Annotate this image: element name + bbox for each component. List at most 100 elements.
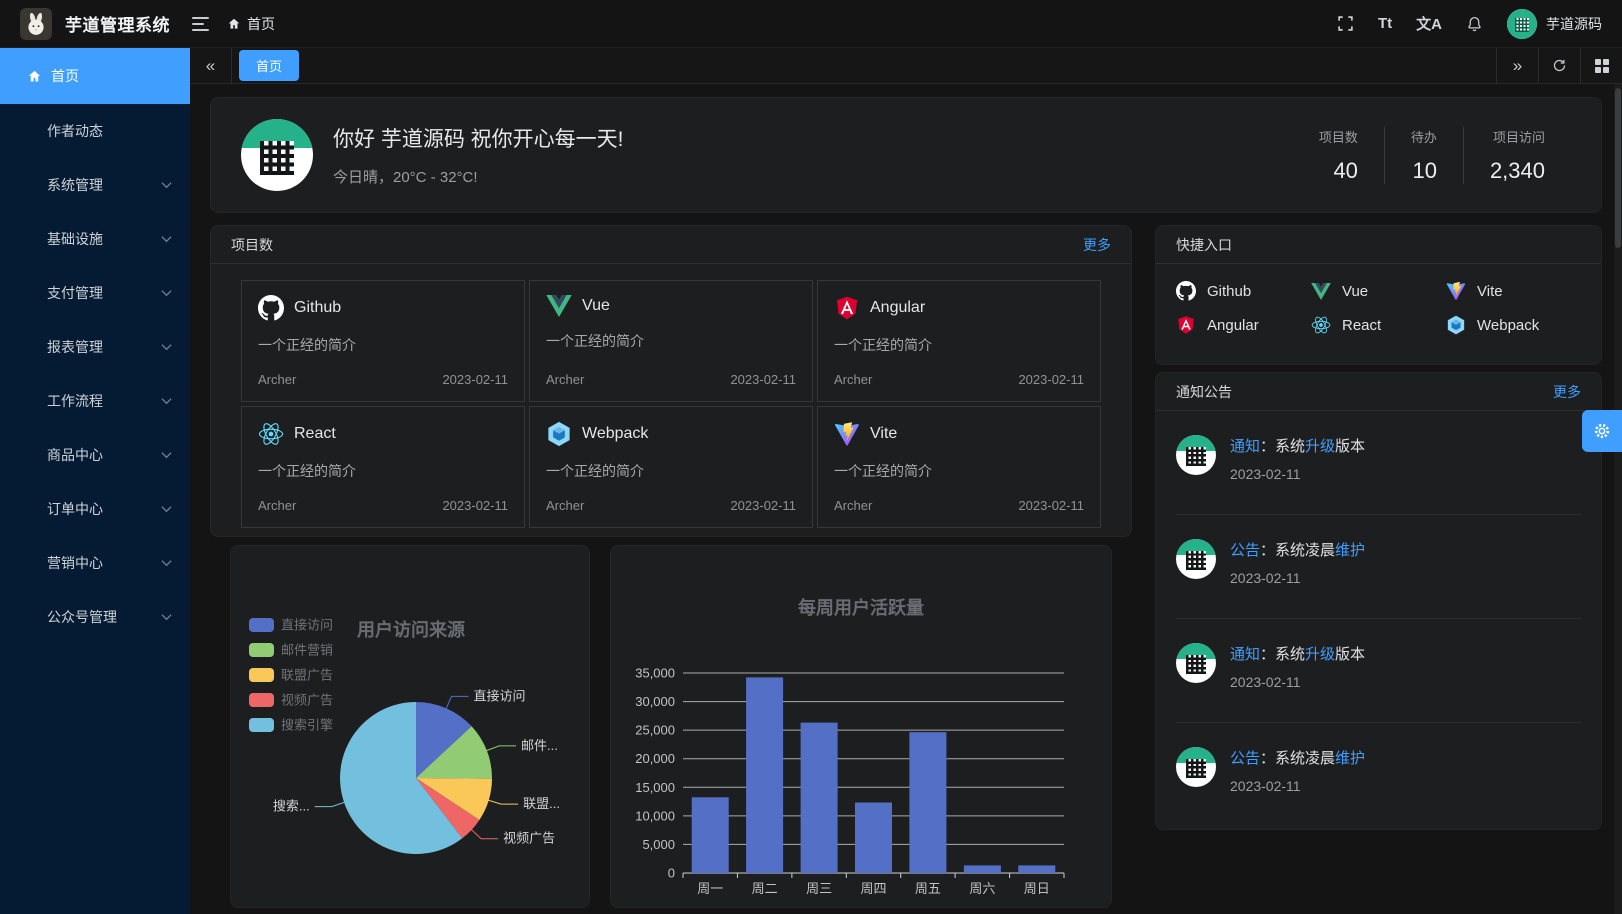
project-author: Archer — [546, 498, 584, 513]
bar-1[interactable] — [746, 677, 783, 873]
sidebar-item-1[interactable]: 作者动态 — [0, 104, 190, 158]
bar-3[interactable] — [855, 803, 892, 874]
project-card-vue[interactable]: Vue 一个正经的简介 Archer 2023-02-11 — [529, 280, 813, 402]
bar-0[interactable] — [692, 797, 729, 873]
project-name: Vite — [870, 425, 897, 443]
sidebar-item-0[interactable]: 首页 — [0, 48, 190, 104]
react-icon — [258, 421, 284, 447]
notification-bell-icon[interactable] — [1466, 15, 1483, 33]
locale-icon[interactable]: 文A — [1416, 13, 1442, 34]
bar-5[interactable] — [964, 865, 1001, 873]
font-size-icon[interactable]: Tt — [1378, 15, 1392, 32]
vite-icon — [834, 421, 860, 447]
notice-item-2[interactable]: 通知：系统升级版本 2023-02-11 — [1176, 619, 1581, 723]
sidebar-item-label: 订单中心 — [47, 499, 103, 519]
tab-home[interactable]: 首页 — [239, 50, 299, 81]
notice-item-3[interactable]: 公告：系统凌晨维护 2023-02-11 — [1176, 723, 1581, 827]
tabs-layout-icon[interactable] — [1580, 48, 1622, 83]
right-column: 快捷入口 GithubVueVite AngularReactWebpack 通知… — [1155, 225, 1602, 908]
pie-legend-item-0[interactable]: 直接访问 — [249, 618, 333, 633]
stat-value: 40 — [1319, 158, 1358, 184]
sidebar-item-4[interactable]: 支付管理 — [0, 266, 190, 320]
pie-callout-label: 搜索... — [273, 799, 310, 814]
chevron-down-icon — [161, 506, 172, 513]
notice-item-1[interactable]: 公告：系统凌晨维护 2023-02-11 — [1176, 515, 1581, 619]
y-tick-label: 35,000 — [635, 666, 675, 681]
shortcut-vue[interactable]: Vue — [1311, 281, 1446, 301]
notice-title-part: 版本 — [1335, 438, 1365, 455]
sidebar-item-5[interactable]: 报表管理 — [0, 320, 190, 374]
project-name-row: Vite — [834, 421, 1084, 447]
project-name-row: Angular — [834, 295, 1084, 321]
project-date: 2023-02-11 — [442, 498, 508, 513]
pie-legend-item-2[interactable]: 联盟广告 — [249, 668, 333, 683]
shortcuts-card: 快捷入口 GithubVueVite AngularReactWebpack — [1155, 225, 1602, 365]
projects-card-title: 项目数 — [231, 235, 273, 255]
sidebar-item-10[interactable]: 公众号管理 — [0, 590, 190, 644]
notice-title-part: 通知 — [1230, 646, 1260, 663]
menu-collapse-icon[interactable] — [192, 17, 209, 31]
pie-legend-item-1[interactable]: 邮件营销 — [249, 643, 333, 658]
shortcut-angular[interactable]: Angular — [1176, 315, 1311, 335]
project-name: Github — [294, 299, 341, 317]
project-description: 一个正经的简介 — [258, 461, 508, 481]
vue-icon — [546, 295, 572, 317]
shortcut-react[interactable]: React — [1311, 315, 1446, 335]
project-card-github[interactable]: Github 一个正经的简介 Archer 2023-02-11 — [241, 280, 525, 402]
breadcrumb[interactable]: 首页 — [227, 14, 275, 34]
x-tick-label: 周五 — [915, 881, 941, 896]
notice-title: 公告：系统凌晨维护 — [1230, 539, 1365, 560]
notice-date: 2023-02-11 — [1230, 466, 1365, 482]
main-content: 你好 芋道源码 祝你开心每一天! 今日晴，20°C - 32°C! 项目数 40… — [190, 84, 1622, 914]
fullscreen-icon[interactable] — [1337, 15, 1354, 32]
tabs-scroll-right-icon[interactable]: » — [1496, 48, 1538, 83]
project-footer: Archer 2023-02-11 — [546, 498, 796, 513]
pie-legend-item-3[interactable]: 视频广告 — [249, 693, 333, 708]
welcome-card: 你好 芋道源码 祝你开心每一天! 今日晴，20°C - 32°C! 项目数 40… — [210, 97, 1602, 213]
shortcut-webpack[interactable]: Webpack — [1446, 315, 1581, 335]
user-menu[interactable]: 芋道源码 — [1507, 9, 1602, 39]
webpack-icon — [546, 421, 572, 447]
x-tick-label: 周六 — [969, 881, 995, 896]
sidebar-item-2[interactable]: 系统管理 — [0, 158, 190, 212]
sidebar-item-label: 报表管理 — [47, 337, 103, 357]
notices-more-link[interactable]: 更多 — [1553, 382, 1581, 402]
svg-text:搜索引擎: 搜索引擎 — [281, 718, 333, 733]
bar-6[interactable] — [1018, 865, 1055, 873]
bar-4[interactable] — [909, 732, 946, 873]
sidebar-item-8[interactable]: 订单中心 — [0, 482, 190, 536]
tabs-scroll-left-icon[interactable]: « — [190, 48, 232, 83]
pie-callout-label: 联盟... — [523, 796, 560, 811]
shortcut-vite[interactable]: Vite — [1446, 281, 1581, 301]
welcome-greeting: 你好 芋道源码 祝你开心每一天! — [333, 123, 624, 153]
notices-card: 通知公告 更多 通知：系统升级版本 2023-02-11 公告：系统凌晨维护 2… — [1155, 372, 1602, 830]
pie-legend-item-4[interactable]: 搜索引擎 — [249, 718, 333, 733]
project-date: 2023-02-11 — [730, 372, 796, 387]
sidebar-item-6[interactable]: 工作流程 — [0, 374, 190, 428]
project-footer: Archer 2023-02-11 — [834, 372, 1084, 387]
project-card-react[interactable]: React 一个正经的简介 Archer 2023-02-11 — [241, 406, 525, 528]
project-card-angular[interactable]: Angular 一个正经的简介 Archer 2023-02-11 — [817, 280, 1101, 402]
notice-title-part: 版本 — [1335, 646, 1365, 663]
notice-item-0[interactable]: 通知：系统升级版本 2023-02-11 — [1176, 411, 1581, 515]
project-card-webpack[interactable]: Webpack 一个正经的简介 Archer 2023-02-11 — [529, 406, 813, 528]
notices-card-title: 通知公告 — [1176, 382, 1232, 402]
sidebar-item-9[interactable]: 营销中心 — [0, 536, 190, 590]
project-name-row: Github — [258, 295, 508, 321]
sidebar-item-7[interactable]: 商品中心 — [0, 428, 190, 482]
github-icon — [1176, 281, 1196, 301]
tabs-refresh-icon[interactable] — [1538, 48, 1580, 83]
scrollbar-thumb[interactable] — [1615, 88, 1621, 248]
shortcut-github[interactable]: Github — [1176, 281, 1311, 301]
chevron-down-icon — [161, 614, 172, 621]
settings-drawer-button[interactable] — [1582, 410, 1622, 452]
projects-more-link[interactable]: 更多 — [1083, 235, 1111, 255]
sidebar-item-3[interactable]: 基础设施 — [0, 212, 190, 266]
stat-待办: 待办 10 — [1385, 127, 1464, 184]
vertical-scrollbar[interactable] — [1614, 84, 1622, 914]
shortcuts-card-title: 快捷入口 — [1176, 235, 1232, 255]
project-date: 2023-02-11 — [442, 372, 508, 387]
notice-title-part: 公告 — [1230, 542, 1260, 559]
project-card-vite[interactable]: Vite 一个正经的简介 Archer 2023-02-11 — [817, 406, 1101, 528]
bar-2[interactable] — [801, 723, 838, 873]
